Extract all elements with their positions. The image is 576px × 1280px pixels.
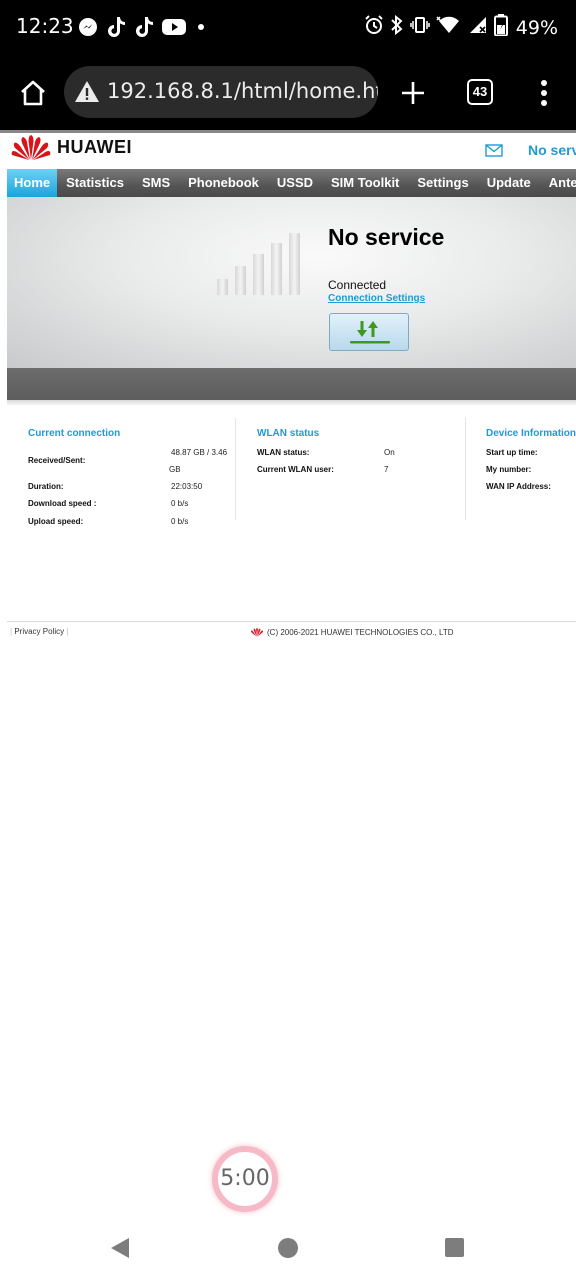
messenger-icon [78, 17, 98, 42]
duration-label: Duration: [28, 482, 64, 491]
tiktok-icon [134, 16, 154, 43]
signal-icon [468, 15, 488, 40]
dot-icon [194, 20, 208, 39]
received-sent-unit: GB [169, 465, 181, 474]
tiktok-icon [106, 16, 126, 43]
banner-footer-band [7, 368, 576, 400]
footer-links: | Privacy Policy | [10, 627, 69, 636]
upload-speed-label: Upload speed: [28, 517, 84, 526]
my-number-label: My number: [486, 465, 532, 474]
device-information-panel: Device Information [486, 428, 576, 439]
tab-switcher-button[interactable]: 43 [467, 79, 493, 105]
main-nav: Home Statistics SMS Phonebook USSD SIM T… [7, 169, 576, 197]
signal-bar [217, 279, 228, 295]
nav-statistics[interactable]: Statistics [57, 169, 133, 197]
current-connection-heading: Current connection [28, 428, 121, 439]
connection-banner: No service Connected Connection Settings [7, 197, 576, 368]
signal-bar [289, 233, 300, 295]
home-button-icon[interactable] [278, 1238, 298, 1258]
page-top-divider [0, 130, 576, 133]
vibrate-icon [410, 15, 430, 40]
wlan-status-label: WLAN status: [257, 448, 310, 457]
nav-home[interactable]: Home [7, 169, 58, 197]
received-sent-value: 48.87 GB / 3.46 [171, 448, 228, 457]
banner-shadow [7, 400, 576, 406]
huawei-logo-icon [250, 627, 264, 637]
download-speed-label: Download speed : [28, 499, 97, 508]
mail-icon[interactable] [485, 144, 503, 162]
nav-sms[interactable]: SMS [133, 169, 179, 197]
service-status: No service [528, 142, 576, 158]
current-connection-panel: Current connection [28, 428, 120, 439]
signal-bar [271, 243, 282, 295]
plus-icon[interactable] [398, 78, 428, 108]
system-icons: 49% [364, 14, 558, 41]
nav-sim-toolkit[interactable]: SIM Toolkit [322, 169, 408, 197]
wlan-status-heading: WLAN status [257, 428, 320, 439]
system-nav-bar [0, 1216, 576, 1280]
battery-percent: 49% [515, 16, 558, 39]
status-bar: 12:23 49% [0, 0, 576, 56]
youtube-icon [162, 18, 186, 41]
download-speed-value: 0 b/s [171, 499, 189, 508]
nav-antenna[interactable]: Antenna [540, 169, 576, 197]
column-divider [465, 418, 466, 520]
connection-settings-link[interactable]: Connection Settings [328, 293, 425, 304]
copyright-text: (C) 2006-2021 HUAWEI TECHNOLOGIES CO., L… [267, 627, 454, 637]
alarm-icon [364, 15, 384, 40]
wlan-users-label: Current WLAN user: [257, 465, 334, 474]
signal-bar [253, 254, 264, 295]
floating-timer-bubble[interactable]: 5:00 [212, 1146, 278, 1212]
nav-update[interactable]: Update [478, 169, 540, 197]
more-vert-icon[interactable] [536, 78, 552, 108]
privacy-policy-link[interactable]: Privacy Policy [14, 627, 64, 636]
received-sent-label: Received/Sent: [28, 456, 86, 465]
column-divider [235, 418, 236, 520]
notification-icons [78, 16, 208, 43]
connection-state: Connected [328, 278, 387, 292]
upload-speed-value: 0 b/s [171, 517, 189, 526]
back-icon[interactable] [109, 1236, 131, 1265]
web-page: HUAWEI No service Home Statistics SMS Ph… [0, 130, 576, 1130]
home-icon[interactable] [18, 78, 48, 108]
warning-icon[interactable] [74, 79, 100, 105]
startup-time-label: Start up time: [486, 448, 538, 457]
wlan-status-panel: WLAN status [257, 428, 319, 439]
duration-value: 22:03:50 [171, 482, 203, 491]
battery-icon [493, 14, 508, 41]
nav-ussd[interactable]: USSD [268, 169, 322, 197]
banner-title: No service [328, 224, 445, 250]
recent-apps-icon[interactable] [445, 1238, 464, 1257]
bluetooth-icon [390, 14, 404, 40]
nav-settings[interactable]: Settings [408, 169, 477, 197]
wlan-users-value: 7 [384, 465, 389, 474]
footer-divider [7, 621, 576, 622]
wlan-status-value: On [384, 448, 395, 457]
huawei-logo-icon [11, 133, 51, 166]
wifi-icon [436, 15, 462, 40]
address-bar[interactable]: 192.168.8.1/html/home.htm [64, 66, 378, 118]
browser-toolbar: 192.168.8.1/html/home.htm 43 [0, 56, 576, 130]
wan-ip-label: WAN IP Address: [486, 482, 551, 491]
connect-button[interactable] [329, 313, 409, 351]
nav-phonebook[interactable]: Phonebook [179, 169, 268, 197]
signal-bar [235, 266, 246, 295]
url-text[interactable]: 192.168.8.1/html/home.htm [107, 79, 378, 103]
device-information-heading: Device Information [486, 428, 576, 439]
brand-name: HUAWEI [57, 137, 132, 157]
data-transfer-icon [350, 321, 390, 344]
footer-copyright: (C) 2006-2021 HUAWEI TECHNOLOGIES CO., L… [250, 627, 454, 637]
status-time: 12:23 [16, 14, 74, 38]
